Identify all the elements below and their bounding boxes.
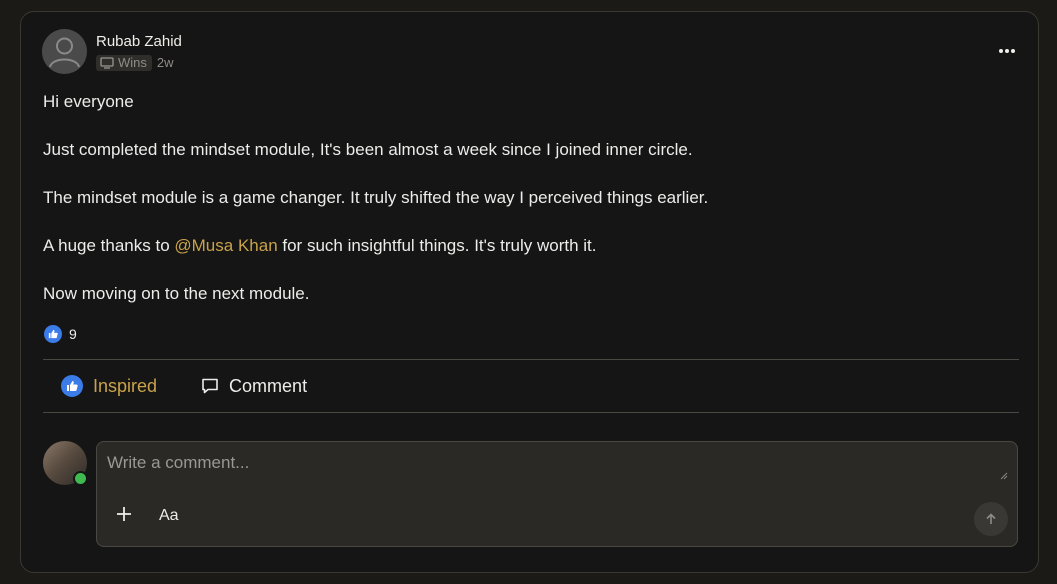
thumbs-up-icon [61,375,83,397]
comment-input[interactable] [97,442,1017,488]
text-format-button[interactable]: Aa [159,507,179,525]
mention-link[interactable]: @Musa Khan [174,236,277,255]
divider [43,359,1019,360]
post-paragraph: Just completed the mindset module, It's … [43,140,693,159]
post-paragraph: Hi everyone [43,92,134,111]
category-label: Wins [118,55,147,70]
author-avatar[interactable] [42,29,87,74]
comment-bubble-icon [202,378,218,394]
monitor-icon [100,56,114,69]
resize-grip-icon[interactable] [1000,472,1008,480]
inspired-button[interactable]: Inspired [61,375,157,397]
more-options-button[interactable] [996,40,1018,62]
online-status-indicator [73,471,88,486]
reaction-summary[interactable]: 9 [44,325,77,343]
post-body: Hi everyone Just completed the mindset m… [43,91,1003,331]
send-button[interactable] [974,502,1008,536]
comment-composer: Aa [96,441,1018,547]
post-paragraph: Now moving on to the next module. [43,284,310,303]
divider [43,412,1019,413]
category-tag[interactable]: Wins [96,54,152,71]
inspired-label: Inspired [93,375,158,396]
more-horizontal-icon [999,49,1015,53]
post-actions: Inspired Comment [61,375,307,397]
post-meta: Wins 2w [96,54,174,71]
comment-label: Comment [229,375,308,396]
post-time: 2w [156,55,174,70]
thanks-text-after: for such insightful things. It's truly w… [277,236,597,255]
current-user-avatar[interactable] [43,441,88,486]
comment-button[interactable]: Comment [201,376,307,397]
post-paragraph: The mindset module is a game changer. It… [43,188,709,207]
arrow-up-icon [986,513,996,524]
post-paragraph-thanks: A huge thanks to @Musa Khan for such ins… [43,235,1003,257]
user-silhouette-icon [49,37,80,68]
reaction-count: 9 [69,326,77,342]
thanks-text-before: A huge thanks to [43,236,175,255]
thumbs-up-icon [44,325,62,343]
author-name[interactable]: Rubab Zahid [96,33,182,50]
post-card: Rubab Zahid Wins 2w Hi everyone Just com… [20,11,1039,573]
plus-icon[interactable] [114,504,134,524]
